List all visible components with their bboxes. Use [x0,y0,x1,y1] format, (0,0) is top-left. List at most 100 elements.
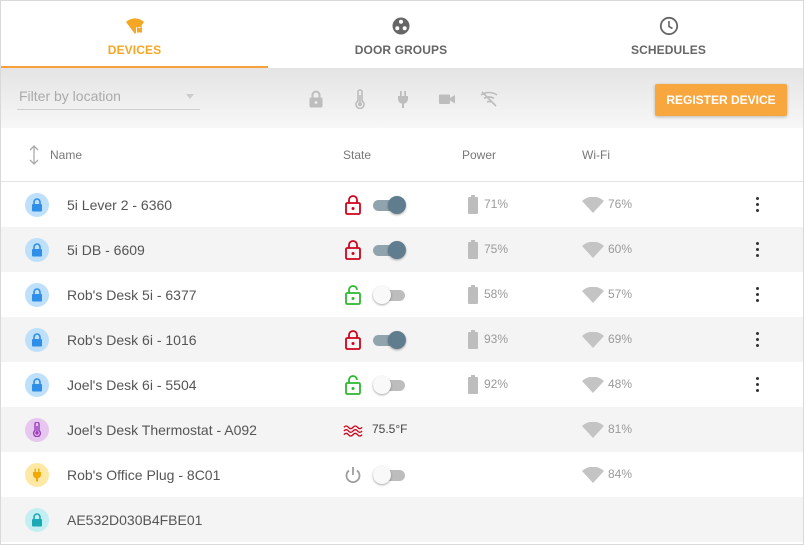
battery-icon [468,285,478,304]
wifi-icon [582,287,604,303]
lock-icon[interactable] [306,89,326,109]
device-name[interactable]: Rob's Desk 6i - 1016 [67,332,197,348]
power-value: 93% [484,332,509,346]
wifi-icon [582,242,604,258]
wifi-icon [582,422,604,438]
unlocked-icon [345,375,361,395]
table-row[interactable]: Rob's Office Plug - 8C01 84% [1,452,803,497]
power-value: 58% [484,287,509,301]
power-value: 75% [484,242,509,256]
lock-icon [32,198,42,212]
table-row[interactable]: AE532D030B4FBE01 [1,497,803,542]
table-row[interactable]: 5i DB - 6609 75% 60% [1,227,803,272]
group-icon [392,17,410,35]
power-value: 71% [484,197,509,211]
locked-icon [345,240,361,260]
lock-toggle[interactable] [373,195,407,215]
device-name[interactable]: Joel's Desk 6i - 5504 [67,377,197,393]
device-name[interactable]: Joel's Desk Thermostat - A092 [67,422,257,438]
more-menu-icon[interactable] [749,329,765,351]
more-menu-icon[interactable] [749,239,765,261]
toolbar: REGISTER DEVICE [1,68,803,129]
tab-label: DEVICES [107,43,162,57]
wifi-value: 69% [608,332,633,346]
column-header-wifi: Wi-Fi [582,148,610,162]
lock-toggle[interactable] [373,330,407,350]
tab-bar: DEVICES DOOR GROUPS SCHEDULES [1,1,803,68]
avatar [25,463,49,487]
wifi-value: 60% [608,242,633,256]
table-row[interactable]: Rob's Desk 5i - 6377 58% 57% [1,272,803,317]
lock-toggle[interactable] [373,375,407,395]
tab-label: SCHEDULES [631,43,706,57]
lock-icon [32,243,42,257]
wifi-value: 57% [608,287,633,301]
column-header-state: State [343,148,372,162]
table-row[interactable]: 5i Lever 2 - 6360 71% 76% [1,182,803,227]
avatar [25,508,49,532]
lock-icon [32,513,42,527]
table-header: Name State Power Wi-Fi [1,128,803,182]
power-value: 92% [484,377,509,391]
avatar [25,238,49,262]
thermometer-icon[interactable] [350,89,370,109]
power-toggle[interactable] [373,465,407,485]
battery-icon [468,195,478,214]
avatar [25,418,49,442]
more-menu-icon[interactable] [749,194,765,216]
wifi-icon [582,377,604,393]
temperature-value: 75.5°F [372,422,408,436]
location-filter-input[interactable] [19,88,179,104]
wifi-lock-icon [125,18,144,34]
lock-toggle[interactable] [373,240,407,260]
device-name[interactable]: AE532D030B4FBE01 [67,512,202,528]
table-row[interactable]: Joel's Desk 6i - 5504 92% 48% [1,362,803,407]
tab-label: DOOR GROUPS [354,43,448,57]
tab-schedules[interactable]: SCHEDULES [534,1,803,68]
lock-icon [32,378,42,392]
lock-toggle[interactable] [373,285,407,305]
devices-panel: DEVICES DOOR GROUPS SCHEDULES Filter by … [0,0,804,545]
lock-icon [32,288,42,302]
more-menu-icon[interactable] [749,284,765,306]
battery-icon [468,375,478,394]
heating-icon [343,425,363,437]
chevron-down-icon[interactable] [186,94,194,99]
wifi-value: 48% [608,377,633,391]
wifi-value: 76% [608,197,633,211]
column-header-power: Power [462,148,497,162]
wifi-icon [582,332,604,348]
device-name[interactable]: Rob's Desk 5i - 6377 [67,287,197,303]
column-header-name[interactable]: Name [50,148,82,162]
locked-icon [345,195,361,215]
table-row[interactable]: Joel's Desk Thermostat - A092 75.5°F 81% [1,407,803,452]
power-icon [345,467,361,484]
camera-icon[interactable] [437,89,457,109]
thermometer-icon [32,422,42,437]
unlocked-icon [345,285,361,305]
lock-icon [32,333,42,347]
plug-icon[interactable] [393,89,413,109]
battery-icon [468,330,478,349]
tab-door-groups[interactable]: DOOR GROUPS [268,1,534,68]
register-device-button[interactable]: REGISTER DEVICE [655,84,787,116]
wifi-off-icon[interactable] [479,89,499,109]
sort-icon[interactable] [27,145,41,165]
tab-devices[interactable]: DEVICES [1,1,268,68]
wifi-icon [582,467,604,483]
avatar [25,373,49,397]
avatar [25,193,49,217]
avatar [25,283,49,307]
device-name[interactable]: 5i Lever 2 - 6360 [67,197,172,213]
wifi-value: 84% [608,467,633,481]
wifi-icon [582,197,604,213]
device-name[interactable]: Rob's Office Plug - 8C01 [67,467,220,483]
plug-icon [33,468,41,482]
locked-icon [345,330,361,350]
more-menu-icon[interactable] [749,374,765,396]
avatar [25,328,49,352]
device-name[interactable]: 5i DB - 6609 [67,242,145,258]
location-filter[interactable] [17,87,200,110]
wifi-value: 81% [608,422,633,436]
table-row[interactable]: Rob's Desk 6i - 1016 93% 69% [1,317,803,362]
